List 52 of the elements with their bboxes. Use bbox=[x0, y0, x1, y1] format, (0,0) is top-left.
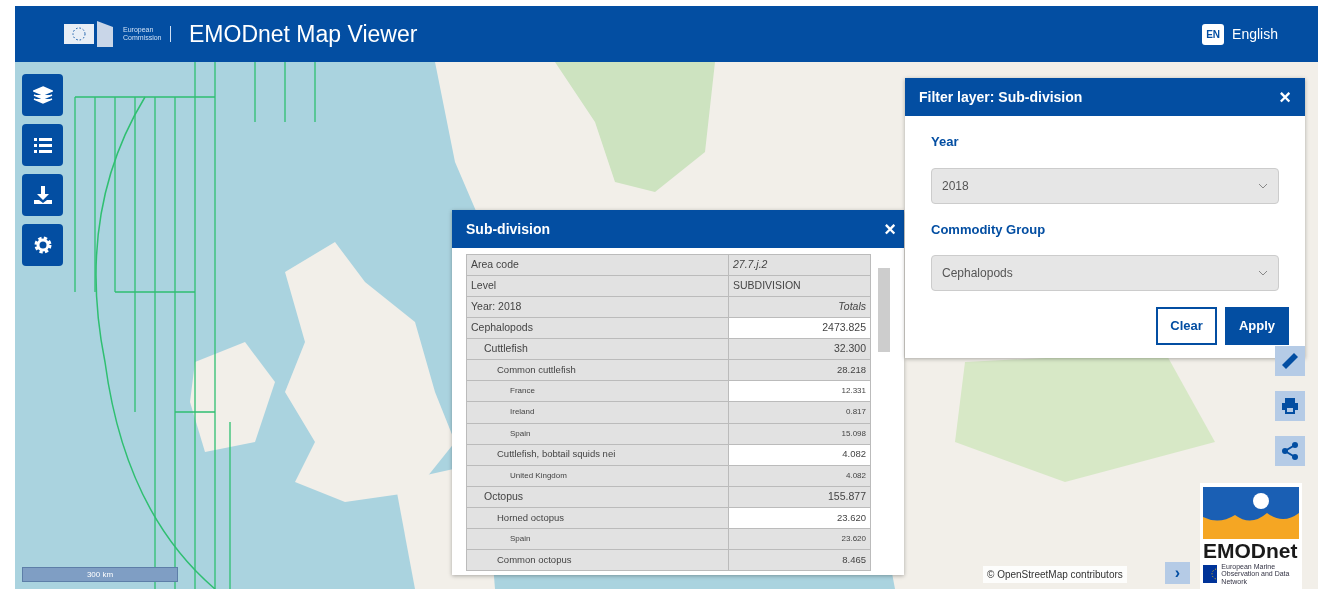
settings-button[interactable] bbox=[22, 224, 63, 266]
flag-icon bbox=[1203, 564, 1218, 583]
row-value: 27.7.j.2 bbox=[728, 254, 871, 276]
attribution: © OpenStreetMap contributors bbox=[983, 566, 1127, 583]
field-label: Commodity Group bbox=[931, 220, 1047, 239]
share-icon bbox=[1280, 441, 1300, 461]
language-code[interactable]: EN bbox=[1202, 23, 1225, 45]
print-button[interactable] bbox=[1275, 391, 1305, 421]
field-label: Year bbox=[931, 133, 960, 151]
row-label: Ireland bbox=[466, 401, 729, 423]
row-label: Spain bbox=[466, 423, 729, 445]
ruler-icon bbox=[1280, 351, 1300, 371]
language-selector[interactable]: English bbox=[1232, 23, 1278, 45]
row-label: Cuttlefish bbox=[466, 338, 729, 360]
row-label: Year: 2018 bbox=[466, 296, 729, 318]
close-button[interactable]: × bbox=[884, 219, 896, 239]
chevron-down-icon bbox=[1258, 182, 1268, 189]
download-button[interactable] bbox=[22, 174, 63, 216]
row-label: Octopus bbox=[466, 486, 729, 508]
row-label: Cephalopods bbox=[466, 317, 729, 339]
row-label: Common octopus bbox=[466, 549, 729, 571]
layers-button[interactable] bbox=[22, 74, 63, 116]
row-label: United Kingdom bbox=[466, 465, 729, 487]
row-label: Spain bbox=[466, 528, 729, 550]
settings-icon bbox=[32, 235, 53, 255]
openstreetmap-link[interactable]: OpenStreetMap bbox=[997, 569, 1068, 580]
select-field[interactable]: 2018 bbox=[931, 167, 1279, 204]
panel-title: Sub-division bbox=[466, 219, 550, 239]
row-label: Horned octopus bbox=[466, 507, 729, 529]
flag-icon bbox=[63, 19, 115, 49]
panel-title: Filter layer: Sub-division bbox=[919, 87, 1083, 107]
row-label: Cuttlefish, bobtail squids nei bbox=[466, 444, 729, 466]
ruler-button[interactable] bbox=[1275, 346, 1305, 376]
row-label: Common cuttlefish bbox=[466, 359, 729, 381]
row-label: France bbox=[466, 380, 729, 402]
download-icon bbox=[32, 185, 53, 205]
scale-bar: 300 km bbox=[22, 567, 178, 582]
layers-icon bbox=[32, 85, 53, 105]
list-icon bbox=[32, 135, 53, 155]
apply-button[interactable]: Apply bbox=[1224, 307, 1289, 345]
print-icon bbox=[1280, 396, 1300, 416]
select-field[interactable]: Cephalopods bbox=[931, 255, 1279, 291]
clear-button[interactable]: Clear bbox=[1156, 307, 1217, 345]
expand-button[interactable]: › bbox=[1165, 562, 1190, 584]
close-button[interactable]: × bbox=[1279, 87, 1291, 107]
row-label: Level bbox=[466, 275, 729, 297]
wave-logo-icon bbox=[1203, 487, 1299, 540]
chevron-down-icon bbox=[1258, 270, 1268, 276]
app-title: EMODnet Map Viewer bbox=[189, 19, 418, 49]
list-button[interactable] bbox=[22, 124, 63, 166]
share-button[interactable] bbox=[1275, 436, 1305, 466]
row-label: Area code bbox=[466, 254, 729, 276]
